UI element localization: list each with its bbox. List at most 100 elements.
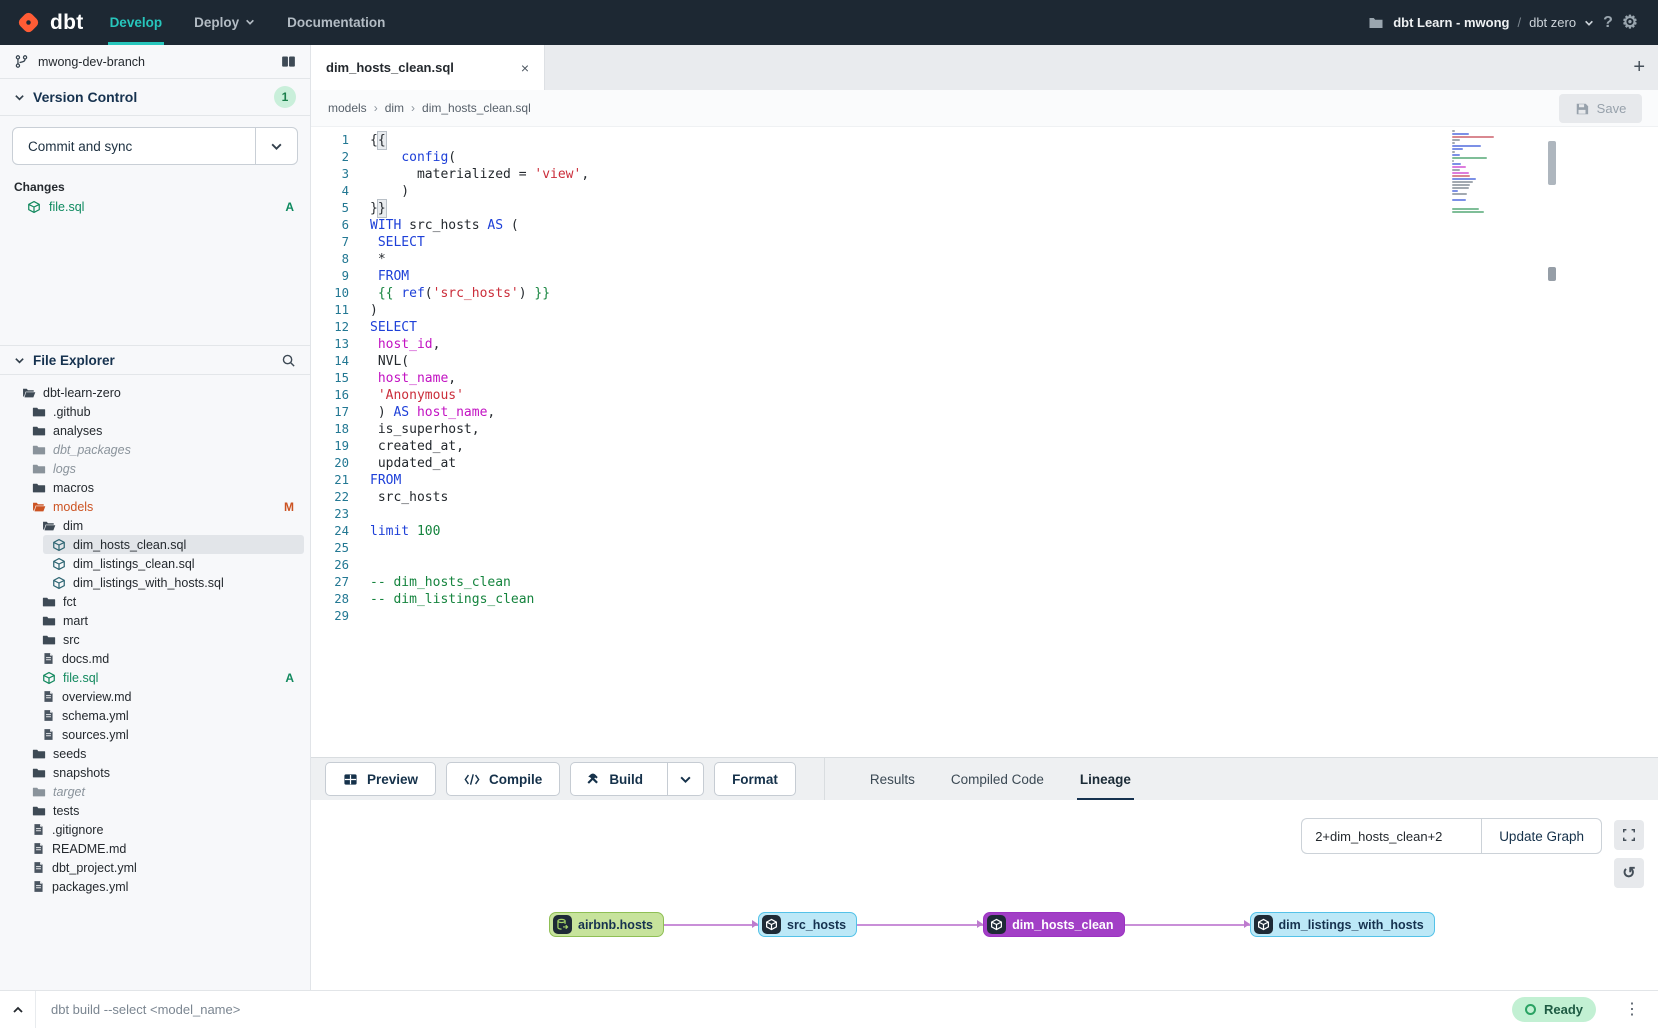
docs-panel-icon[interactable] (281, 54, 296, 69)
chevron-up-icon[interactable] (0, 991, 36, 1028)
tree-item-dbt-learn-zero[interactable]: dbt-learn-zero (0, 383, 310, 402)
tree-item-overview-md[interactable]: overview.md (0, 687, 310, 706)
update-graph-button[interactable]: Update Graph (1481, 818, 1602, 854)
lineage-selector-input[interactable] (1301, 818, 1481, 854)
help-icon[interactable]: ? (1603, 14, 1613, 32)
model-icon (42, 671, 56, 685)
fullscreen-button[interactable] (1614, 820, 1644, 850)
tree-item-fct[interactable]: fct (0, 592, 310, 611)
project-name: dbt Learn - mwong (1393, 15, 1509, 30)
tree-item-sources-yml[interactable]: sources.yml (0, 725, 310, 744)
close-icon[interactable]: × (521, 60, 529, 76)
lineage-node-label: airbnb.hosts (578, 918, 653, 932)
editor-scrollbar[interactable] (1546, 127, 1558, 757)
code-line: 10 {{ ref('src_hosts') }} (311, 285, 1658, 302)
tree-item-label: fct (63, 595, 76, 609)
tree-item-logs[interactable]: logs (0, 459, 310, 478)
tree-item-mart[interactable]: mart (0, 611, 310, 630)
tab-compiled-code[interactable]: Compiled Code (948, 758, 1047, 800)
tree-item-seeds[interactable]: seeds (0, 744, 310, 763)
command-input[interactable] (36, 991, 1512, 1028)
code-icon (464, 773, 480, 786)
commit-and-sync-button[interactable]: Commit and sync (12, 127, 298, 165)
save-button[interactable]: Save (1559, 94, 1642, 123)
tree-item-tests[interactable]: tests (0, 801, 310, 820)
tree-item-file-sql[interactable]: file.sqlA (0, 668, 310, 687)
commit-area: Commit and sync (0, 116, 310, 171)
tree-item-dim-listings-with-hosts-sql[interactable]: dim_listings_with_hosts.sql (0, 573, 310, 592)
tree-item-schema-yml[interactable]: schema.yml (0, 706, 310, 725)
lineage-edge (857, 924, 983, 926)
preview-button[interactable]: Preview (325, 762, 436, 796)
tree-item-dbt-project-yml[interactable]: dbt_project.yml (0, 858, 310, 877)
tree-item-packages-yml[interactable]: packages.yml (0, 877, 310, 896)
chevron-down-icon (1584, 18, 1594, 28)
tree-item-macros[interactable]: macros (0, 478, 310, 497)
line-number: 17 (311, 404, 349, 421)
tree-item-label: mart (63, 614, 88, 628)
scrollbar-thumb[interactable] (1548, 141, 1556, 185)
tree-item-dim-hosts-clean-sql[interactable]: dim_hosts_clean.sql (0, 535, 310, 554)
lineage-node-label: dim_hosts_clean (1012, 918, 1113, 932)
code-line: 23 (311, 506, 1658, 523)
tree-item-models[interactable]: modelsM (0, 497, 310, 516)
tab-results[interactable]: Results (867, 758, 918, 800)
environment-name: dbt zero (1529, 15, 1576, 30)
lineage-node-label: dim_listings_with_hosts (1279, 918, 1424, 932)
tree-item-docs-md[interactable]: docs.md (0, 649, 310, 668)
project-switcher[interactable]: dbt Learn - mwong / dbt zero (1393, 15, 1594, 30)
lineage-node-dim-listings-with-hosts[interactable]: dim_listings_with_hosts (1250, 912, 1435, 937)
kebab-menu-icon[interactable]: ⋮ (1624, 1002, 1640, 1018)
tab-lineage[interactable]: Lineage (1077, 758, 1134, 800)
line-number: 25 (311, 540, 349, 557)
reset-view-button[interactable]: ↺ (1614, 858, 1644, 888)
gear-icon[interactable]: ⚙ (1622, 12, 1638, 33)
model-icon (52, 557, 66, 571)
commit-button-label[interactable]: Commit and sync (13, 128, 255, 164)
nav-item-documentation[interactable]: Documentation (287, 0, 385, 45)
nav-item-develop[interactable]: Develop (110, 0, 163, 45)
new-tab-button[interactable]: + (1633, 45, 1645, 90)
code-line: 17 ) AS host_name, (311, 404, 1658, 421)
tree-item-dim-listings-clean-sql[interactable]: dim_listings_clean.sql (0, 554, 310, 573)
lineage-node-src-hosts[interactable]: src_hosts (758, 912, 857, 937)
editor-minimap[interactable] (1452, 130, 1500, 217)
tree-item-dim[interactable]: dim (0, 516, 310, 535)
tree-item-dbt-packages[interactable]: dbt_packages (0, 440, 310, 459)
folder-icon (1368, 15, 1384, 31)
build-button-main[interactable]: Build (571, 772, 658, 787)
tab-dim-hosts-clean[interactable]: dim_hosts_clean.sql × (311, 45, 545, 90)
folder-icon (32, 481, 46, 495)
search-icon[interactable] (281, 353, 296, 368)
format-button[interactable]: Format (714, 762, 796, 796)
tree-item-snapshots[interactable]: snapshots (0, 763, 310, 782)
code-editor[interactable]: 1{{2 config(3 materialized = 'view',4 )5… (311, 127, 1658, 757)
tree-item-analyses[interactable]: analyses (0, 421, 310, 440)
tree-item--gitignore[interactable]: .gitignore (0, 820, 310, 839)
tree-item-src[interactable]: src (0, 630, 310, 649)
nav-item-deploy[interactable]: Deploy (194, 0, 255, 45)
code-line: 16 'Anonymous' (311, 387, 1658, 404)
model-cube-icon (987, 915, 1006, 934)
tree-item--github[interactable]: .github (0, 402, 310, 421)
build-button[interactable]: Build (570, 762, 704, 796)
changed-file-row[interactable]: file.sql A (0, 198, 310, 216)
compile-button[interactable]: Compile (446, 762, 560, 796)
toolbar-divider (824, 758, 825, 801)
tree-item-target[interactable]: target (0, 782, 310, 801)
tree-item-readme-md[interactable]: README.md (0, 839, 310, 858)
build-options-chevron[interactable] (667, 763, 703, 795)
branch-selector[interactable]: mwong-dev-branch (0, 45, 310, 79)
commit-options-chevron[interactable] (255, 128, 297, 164)
line-number: 16 (311, 387, 349, 404)
lineage-node-airbnb-hosts[interactable]: airbnb.hosts (549, 912, 664, 937)
dbt-logo[interactable]: dbt (0, 9, 110, 36)
file-explorer-header[interactable]: File Explorer (0, 345, 310, 375)
line-number: 8 (311, 251, 349, 268)
line-number: 13 (311, 336, 349, 353)
lineage-node-dim-hosts-clean[interactable]: dim_hosts_clean (983, 912, 1124, 937)
line-number: 20 (311, 455, 349, 472)
version-control-header[interactable]: Version Control 1 (0, 79, 310, 116)
folder-icon (32, 766, 46, 780)
lineage-edge (1125, 924, 1250, 926)
